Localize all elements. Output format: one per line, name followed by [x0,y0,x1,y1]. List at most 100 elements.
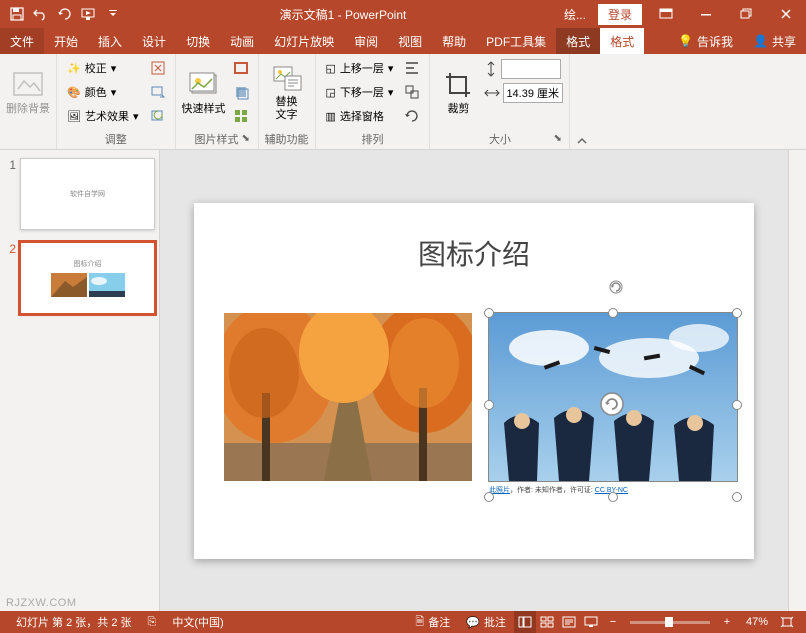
collapse-ribbon-button[interactable] [570,54,594,149]
qat-customize-button[interactable] [102,3,124,25]
share-icon: 👤 [753,34,768,48]
tab-format-drawing[interactable]: 格式 [556,28,600,54]
slide[interactable]: 图标介绍 [194,203,754,559]
slide-counter[interactable]: 幻灯片 第 2 张，共 2 张 [8,614,140,630]
slide-sorter-view-button[interactable] [536,611,558,633]
tab-help[interactable]: 帮助 [432,28,476,54]
selection-pane-button[interactable]: ▥选择窗格 [322,105,398,127]
height-input[interactable] [501,59,561,79]
chevron-down-icon: ▾ [388,62,394,75]
tab-insert[interactable]: 插入 [88,28,132,54]
picture-border-button[interactable] [230,57,252,79]
slide-image-autumn[interactable] [224,313,472,481]
tab-review[interactable]: 审阅 [344,28,388,54]
align-button[interactable] [401,57,423,79]
center-edit-handle[interactable] [599,391,625,417]
quick-styles-label: 快速样式 [182,103,226,116]
start-from-beginning-button[interactable] [78,3,100,25]
rotate-button[interactable] [401,105,423,127]
bring-forward-button[interactable]: ◱上移一层▾ [322,57,398,79]
ribbon-group-accessibility: 替换 文字 辅助功能 [259,54,316,149]
ribbon-display-options-button[interactable] [646,0,686,28]
app-name: PowerPoint [345,8,406,22]
quick-styles-button[interactable]: 快速样式 [182,57,226,127]
zoom-slider[interactable] [630,621,710,624]
corrections-button[interactable]: ✨校正▾ [63,57,143,79]
image-attribution-caption[interactable]: 此照片，作者: 未知作者，许可证: CC BY-NC [489,485,628,495]
thumbnail-preview[interactable]: 软件自学网 [20,158,155,230]
slide-title[interactable]: 图标介绍 [194,233,754,273]
tab-design[interactable]: 设计 [132,28,176,54]
selection-handle[interactable] [484,492,494,502]
thumbnail-slide-1[interactable]: 1 软件自学网 [4,158,155,230]
selection-handle[interactable] [484,308,494,318]
minimize-button[interactable] [686,0,726,28]
selection-handle[interactable] [484,400,494,410]
zoom-slider-thumb[interactable] [665,617,673,627]
vertical-scrollbar[interactable] [788,150,806,611]
picture-layout-button[interactable] [230,105,252,127]
zoom-out-button[interactable]: − [602,611,624,633]
spellcheck-button[interactable]: ⎘ [140,616,165,629]
notes-button[interactable]: 🗎备注 [407,613,458,632]
slide-canvas-area[interactable]: 图标介绍 [160,150,788,611]
tell-me-button[interactable]: 💡告诉我 [668,28,743,54]
undo-button[interactable] [30,3,52,25]
save-button[interactable] [6,3,28,25]
tab-pdftools[interactable]: PDF工具集 [476,28,556,54]
picture-effects-button[interactable] [230,81,252,103]
selection-handle[interactable] [608,492,618,502]
quick-access-toolbar [0,3,130,25]
restore-button[interactable] [726,0,766,28]
thumbnail-panel[interactable]: 1 软件自学网 2 图标介绍 [0,150,160,611]
zoom-in-button[interactable]: + [716,611,738,633]
accessibility-group-label: 辅助功能 [265,129,309,147]
remove-background-button[interactable]: 删除背景 [6,57,50,127]
status-bar: 幻灯片 第 2 张，共 2 张 ⎘ 中文(中国) 🗎备注 💬批注 − + 47% [0,611,806,633]
zoom-level[interactable]: 47% [738,616,776,628]
tab-format-picture[interactable]: 格式 [600,28,644,54]
color-button[interactable]: 🎨颜色▾ [63,81,143,103]
group-button[interactable] [401,81,423,103]
thumbnail-number: 1 [4,158,20,230]
tab-view[interactable]: 视图 [388,28,432,54]
alt-text-button[interactable]: 替换 文字 [265,57,309,127]
thumbnail-slide-2[interactable]: 2 图标介绍 [4,242,155,314]
tab-animations[interactable]: 动画 [220,28,264,54]
slideshow-view-button[interactable] [580,611,602,633]
language-button[interactable]: 中文(中国) [164,614,231,630]
send-backward-button[interactable]: ◲下移一层▾ [322,81,398,103]
selection-handle[interactable] [732,492,742,502]
quick-styles-icon [188,69,220,101]
share-button[interactable]: 👤共享 [743,28,806,54]
crop-button[interactable]: 裁剪 [436,57,480,127]
artistic-effects-button[interactable]: 🖼艺术效果▾ [63,105,143,127]
change-picture-button[interactable] [147,81,169,103]
selection-pane-icon: ▥ [326,110,336,123]
picture-styles-launcher[interactable]: ⬊ [242,133,256,147]
fit-to-window-button[interactable] [776,611,798,633]
login-button[interactable]: 登录 [598,4,642,25]
selection-handle[interactable] [732,308,742,318]
remove-bg-label: 删除背景 [6,103,50,116]
tab-slideshow[interactable]: 幻灯片放映 [264,28,344,54]
selection-handle[interactable] [608,308,618,318]
tab-transitions[interactable]: 切换 [176,28,220,54]
selection-handle[interactable] [732,400,742,410]
artistic-icon: 🖼 [67,110,81,123]
comments-button[interactable]: 💬批注 [458,614,514,630]
compress-pictures-button[interactable] [147,57,169,79]
thumbnail-preview[interactable]: 图标介绍 [20,242,155,314]
chevron-down-icon: ▾ [111,86,117,99]
redo-button[interactable] [54,3,76,25]
close-button[interactable] [766,0,806,28]
reading-view-button[interactable] [558,611,580,633]
rotation-handle[interactable] [608,279,624,295]
tab-home[interactable]: 开始 [44,28,88,54]
size-launcher[interactable]: ⬊ [553,133,567,147]
width-input[interactable]: 14.39 厘米 [503,83,563,103]
reset-picture-button[interactable] [147,105,169,127]
normal-view-button[interactable] [514,611,536,633]
notes-icon: 🗎 [415,613,424,632]
tab-file[interactable]: 文件 [0,28,44,54]
